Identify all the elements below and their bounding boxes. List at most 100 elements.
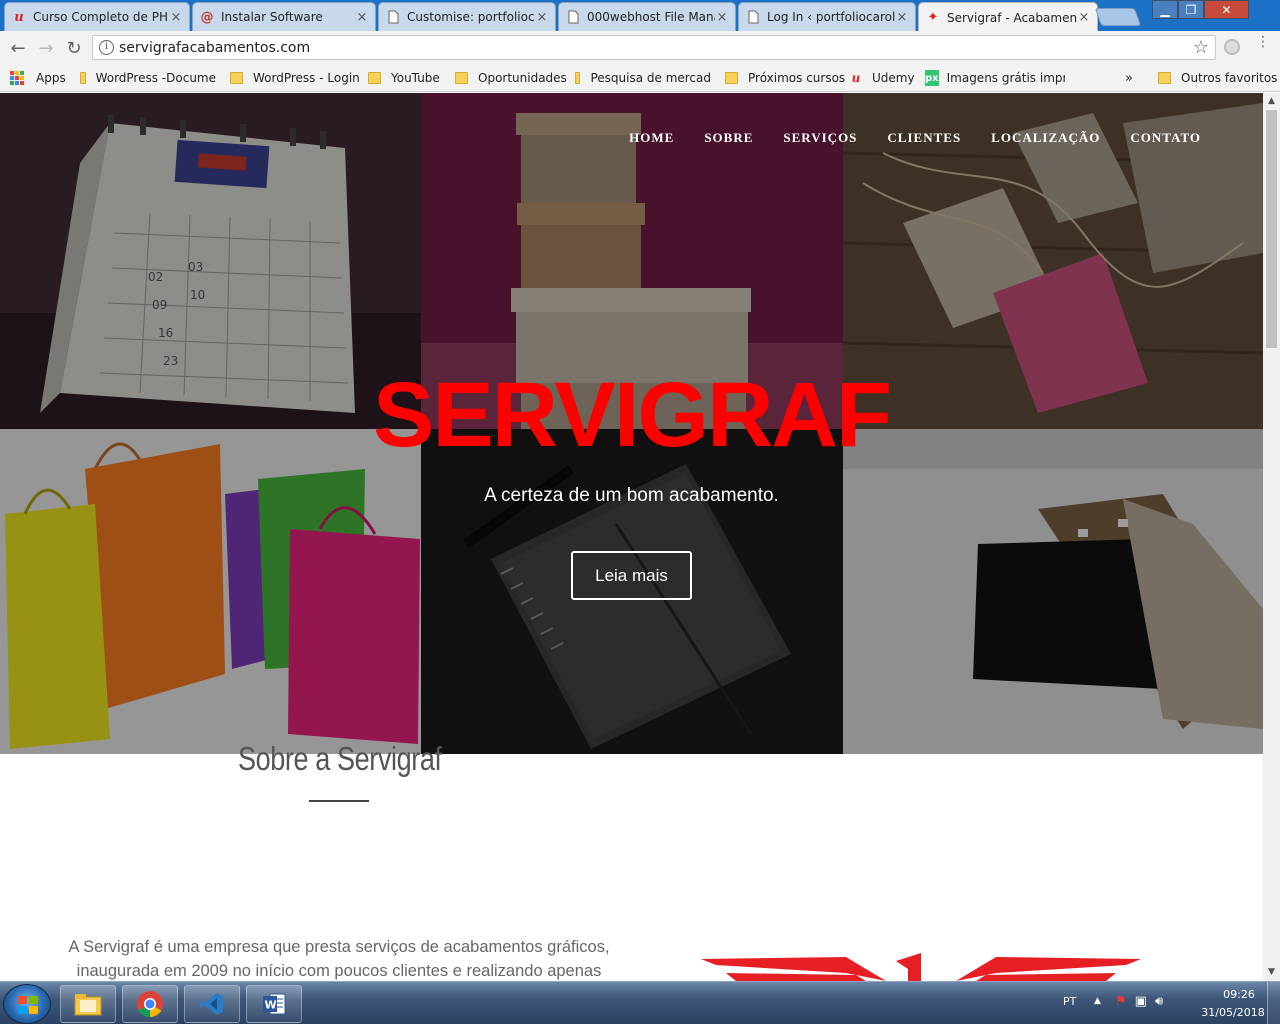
clock-date[interactable]: 31/05/2018 (1197, 1006, 1269, 1019)
close-icon[interactable]: × (169, 10, 183, 25)
apps-grid-icon (10, 71, 24, 85)
main-nav: HOME SOBRE SERVIÇOS CLIENTES LOCALIZAÇÃO… (629, 130, 1201, 146)
chrome-icon (137, 991, 163, 1018)
nav-localizacao[interactable]: LOCALIZAÇÃO (991, 130, 1100, 146)
bookmark-apps[interactable]: Apps (10, 70, 66, 86)
udemy-icon: u (14, 9, 24, 25)
tab-6-active[interactable]: ✦ Servigraf - Acabament × (918, 2, 1098, 32)
tab-2[interactable]: @ Instalar Software × (192, 2, 376, 31)
menu-icon[interactable]: ⋮ (1256, 35, 1270, 57)
bookmark-label: Apps (36, 71, 66, 85)
bookmark-udemy[interactable]: u Udemy (848, 70, 915, 86)
close-icon[interactable]: × (895, 10, 909, 25)
nav-sobre[interactable]: SOBRE (704, 130, 753, 146)
tab-title: Instalar Software (221, 10, 323, 24)
bookmarks-bar: Apps WordPress -Docume WordPress - Login… (0, 64, 1280, 92)
bookmarks-overflow-button[interactable]: » (1125, 70, 1133, 86)
read-more-button[interactable]: Leia mais (571, 551, 692, 600)
url-text[interactable]: servigrafacabamentos.com (119, 40, 310, 56)
about-text: A Servigraf é uma empresa que presta ser… (68, 938, 610, 980)
bookmark-label: Oportunidades (478, 71, 567, 85)
bookmark-label: Udemy (872, 71, 915, 85)
bookmark-label: YouTube (391, 71, 440, 85)
svg-text:W: W (265, 999, 277, 1012)
taskbar-explorer[interactable] (60, 985, 116, 1023)
flag-alert-icon[interactable]: ⚑ (1115, 994, 1127, 1009)
tab-5[interactable]: Log In ‹ portfoliocarola × (738, 2, 916, 31)
bookmark-label: Outros favoritos (1181, 71, 1278, 85)
close-icon[interactable]: × (715, 10, 729, 25)
new-tab-button[interactable] (1094, 8, 1142, 26)
bookmark-star-icon[interactable]: ☆ (1193, 37, 1209, 58)
taskbar-chrome[interactable] (122, 985, 178, 1023)
address-bar[interactable]: i servigrafacabamentos.com ☆ (92, 35, 1216, 60)
scroll-down-arrow[interactable]: ▼ (1263, 964, 1280, 981)
show-desktop-button[interactable] (1267, 982, 1280, 1024)
folder-icon (230, 72, 243, 84)
page-viewport: 02 03 09 10 16 23 HOME SOBRE SERVIÇOS CL… (0, 93, 1263, 981)
windows-logo-icon (18, 996, 38, 1014)
page-scrollbar[interactable]: ▲ ▼ (1263, 93, 1280, 981)
close-window-button[interactable]: ✕ (1204, 0, 1249, 19)
clock-time[interactable]: 09:26 (1209, 988, 1269, 1001)
hero-title: SERVIGRAF (372, 364, 892, 466)
bookmark-proximos-cursos[interactable]: Próximos cursos (725, 70, 845, 86)
folder-icon (575, 72, 581, 84)
extension-icon[interactable] (1224, 39, 1240, 55)
red-swirl-icon: @ (200, 9, 214, 25)
maximize-button[interactable]: ❐ (1178, 0, 1204, 19)
tab-title: 000webhost File Mana (587, 10, 715, 24)
word-icon: W (263, 993, 286, 1015)
bookmark-wordpress-login[interactable]: WordPress - Login (230, 70, 360, 86)
hero-tagline: A certeza de um bom acabamento. (484, 485, 779, 506)
tray-icons: ⚑ ▣ 🔊︎ (1115, 994, 1163, 1009)
udemy-icon: u (851, 71, 861, 85)
reload-icon[interactable]: ↻ (62, 36, 86, 60)
bookmark-pesquisa[interactable]: Pesquisa de mercad (575, 70, 711, 86)
forward-icon[interactable]: → (34, 36, 58, 60)
nav-home[interactable]: HOME (629, 130, 674, 146)
nav-servicos[interactable]: SERVIÇOS (783, 130, 857, 146)
show-hidden-icons-icon[interactable]: ▲ (1094, 996, 1101, 1006)
page-icon (385, 9, 401, 25)
hero-section: 02 03 09 10 16 23 HOME SOBRE SERVIÇOS CL… (0, 93, 1263, 754)
explorer-icon (74, 994, 102, 1016)
start-button[interactable] (3, 984, 51, 1024)
bookmark-other-favorites[interactable]: Outros favoritos (1158, 70, 1277, 86)
bookmark-label: Pesquisa de mercad (590, 71, 711, 85)
taskbar-vscode[interactable] (184, 985, 240, 1023)
tab-4[interactable]: 000webhost File Mana × (558, 2, 736, 31)
folder-icon (80, 72, 86, 84)
tab-strip: u Curso Completo de PH × @ Instalar Soft… (0, 0, 1280, 32)
bookmark-wordpress-docs[interactable]: WordPress -Docume (80, 70, 216, 86)
close-icon[interactable]: × (535, 10, 549, 25)
back-icon[interactable]: ← (6, 36, 30, 60)
network-icon[interactable]: ▣ (1135, 994, 1147, 1009)
bookmark-label: Imagens grátis impre (946, 71, 1065, 85)
taskbar-word[interactable]: W (246, 985, 302, 1023)
language-indicator[interactable]: PT (1063, 995, 1076, 1008)
tab-1[interactable]: u Curso Completo de PH × (4, 2, 190, 31)
close-icon[interactable]: × (355, 10, 369, 25)
tab-3[interactable]: Customise: portfolioca × (378, 2, 556, 31)
scroll-thumb[interactable] (1266, 110, 1277, 348)
windows-taskbar: W PT ▲ ⚑ ▣ 🔊︎ 09:26 31/05/2018 (0, 981, 1280, 1024)
minimize-button[interactable]: ▁ (1152, 0, 1178, 19)
bookmark-oportunidades[interactable]: Oportunidades (455, 70, 567, 86)
nav-clientes[interactable]: CLIENTES (887, 130, 961, 146)
servigraf-logo (701, 953, 1141, 981)
servigraf-icon: ✦ (927, 10, 939, 25)
page-icon (565, 9, 581, 25)
page-icon (745, 9, 761, 25)
close-icon[interactable]: × (1077, 10, 1091, 25)
scroll-up-arrow[interactable]: ▲ (1263, 93, 1280, 110)
about-divider (309, 800, 369, 802)
bookmark-youtube[interactable]: YouTube (368, 70, 440, 86)
tab-title: Log In ‹ portfoliocarola (767, 10, 895, 24)
info-icon[interactable]: i (99, 40, 114, 55)
bookmark-imagens[interactable]: px Imagens grátis impre (925, 70, 1065, 86)
system-tray: PT ▲ ⚑ ▣ 🔊︎ 09:26 31/05/2018 (1060, 982, 1280, 1024)
volume-icon[interactable]: 🔊︎ (1155, 994, 1163, 1009)
browser-toolbar: ← → ↻ i servigrafacabamentos.com ☆ ⋮ (0, 31, 1280, 64)
nav-contato[interactable]: CONTATO (1130, 130, 1201, 146)
